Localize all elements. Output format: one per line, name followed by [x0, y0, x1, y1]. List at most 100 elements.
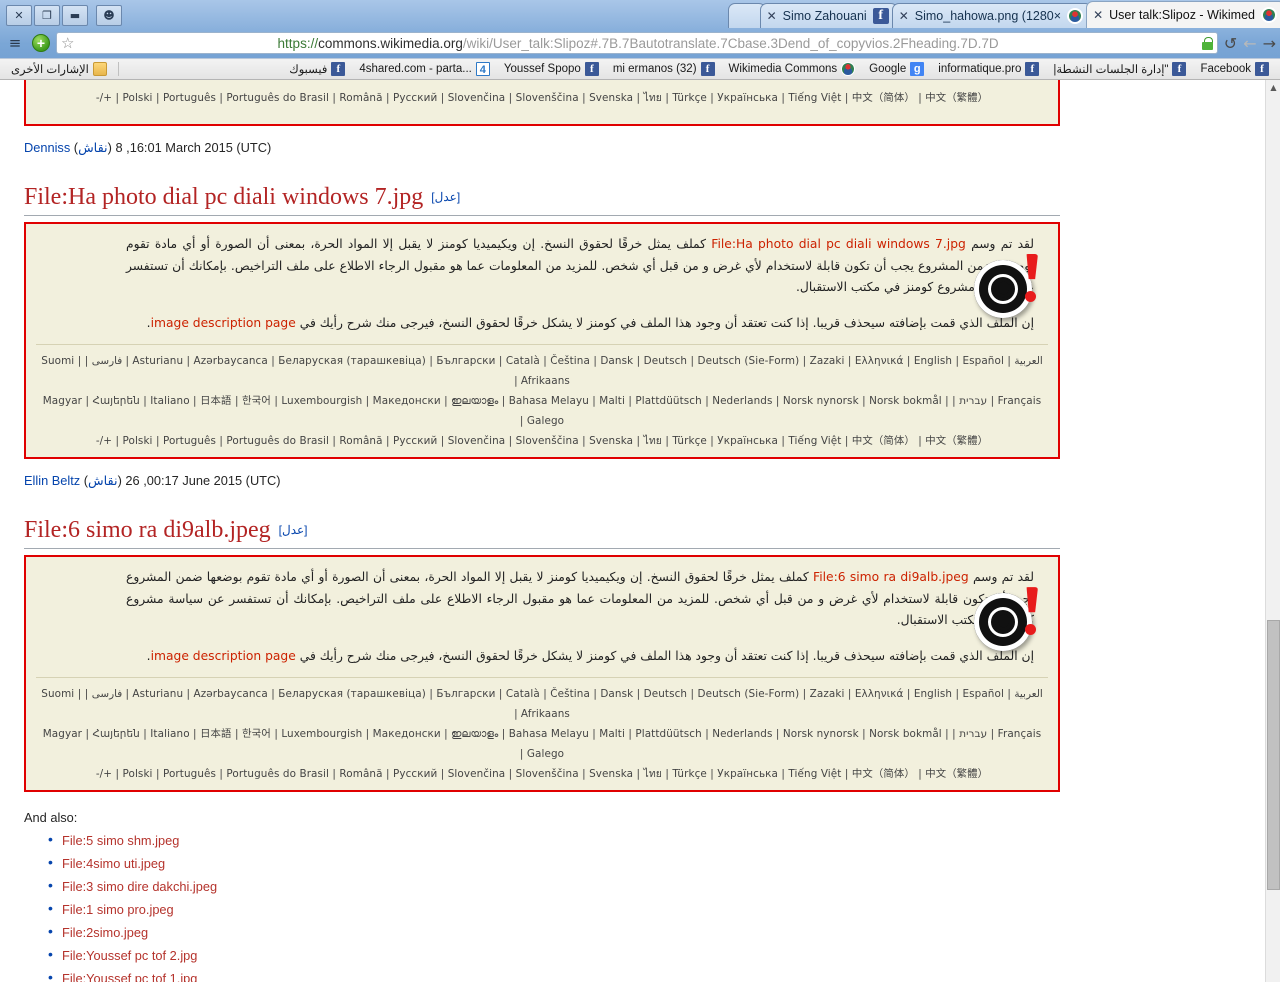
section-heading-ha-photo: File:Ha photo dial pc diali windows 7.jp…: [24, 182, 1060, 216]
address-bar[interactable]: ☆ https://commons.wikimedia.org/wiki/Use…: [56, 32, 1218, 54]
bookmark-label: الإشارات الأخرى: [11, 64, 89, 76]
bookmark-google[interactable]: Google g: [862, 59, 931, 79]
file-link[interactable]: File:1 simo pro.jpeg: [62, 902, 174, 917]
copyright-warning-box-1: C لقد تم وسم File:Ha photo dial pc diali…: [24, 222, 1060, 460]
copyright-notice-paragraph-1: لقد تم وسم File:Ha photo dial pc diali w…: [36, 232, 1048, 301]
facebook-icon: f: [584, 62, 599, 76]
user-profile-button[interactable]: ☻: [96, 4, 122, 26]
tab-close-icon[interactable]: ✕: [899, 9, 909, 23]
forward-icon[interactable]: →: [1263, 34, 1276, 53]
bookmark-facebook[interactable]: Facebook f: [1193, 59, 1276, 79]
edit-section-link[interactable]: [عدل]: [279, 523, 308, 537]
bookmark-wikimedia-commons[interactable]: Wikimedia Commons: [722, 59, 863, 79]
tab-simo-zahouani[interactable]: ✕ Simo Zahouani f: [759, 3, 898, 28]
language-links-row-2b[interactable]: Magyar | Հայերեն | Italiano | 日本語 | 한국어 …: [36, 724, 1048, 764]
bookmark-label: Facebook: [1200, 63, 1251, 75]
wikimedia-icon: [1067, 8, 1084, 24]
browser-chrome: ✕ ❐ ▬ ☻ ✕ Simo Zahouani f ✕ Simo_hahowa.…: [0, 0, 1280, 80]
bookmark-label: فيسبوك: [289, 64, 328, 76]
bookmark-label: Wikimedia Commons: [728, 63, 838, 75]
notice-pre: لقد تم وسم: [968, 570, 1035, 585]
bookmark-label: "إدارة الجلسات النشطة|: [1053, 64, 1169, 76]
language-links-row-2c[interactable]: -/+ | Polski | Português | Português do …: [36, 764, 1048, 784]
url-scheme: https://: [277, 35, 319, 51]
bookmark-label: Google: [869, 63, 907, 75]
wikimedia-icon: [1261, 7, 1277, 23]
edit-section-link[interactable]: [عدل]: [431, 190, 460, 204]
file-link[interactable]: File:5 simo shm.jpeg: [62, 833, 179, 848]
notice2-pre: إن الملف الذي قمت بإضافته سيحذف قريبا. إ…: [295, 648, 1034, 663]
file-link[interactable]: File:Youssef pc tof 2.jpg: [62, 948, 197, 963]
user-link[interactable]: Denniss: [24, 140, 70, 155]
url-path: /wiki/User_talk:Slipoz#.7B.7Bautotransla…: [462, 35, 999, 51]
bookmark-informatique-pro[interactable]: informatique.pro f: [931, 59, 1046, 79]
menu-icon[interactable]: ≡: [4, 32, 26, 54]
paren-open: (: [80, 473, 89, 489]
bookmark-other-bookmarks[interactable]: الإشارات الأخرى: [4, 59, 114, 79]
talk-link[interactable]: نقاش: [78, 141, 108, 156]
file-link[interactable]: File:4simo uti.jpeg: [62, 856, 165, 871]
navigation-bar: ≡ + ☆ https://commons.wikimedia.org/wiki…: [0, 28, 1280, 58]
file-link[interactable]: File:6 simo ra di9alb.jpeg: [813, 570, 969, 584]
file-list: File:5 simo shm.jpeg File:4simo uti.jpeg…: [24, 829, 1060, 982]
scroll-up-arrow-icon[interactable]: ▲: [1266, 80, 1280, 94]
bookmark-mi-ermanos[interactable]: mi ermanos (32) f: [606, 59, 722, 79]
copyright-warning-box-2: C لقد تم وسم File:6 simo ra di9alb.jpeg …: [24, 555, 1060, 793]
page-scrollbar[interactable]: ▲: [1265, 80, 1280, 982]
lock-icon: [1201, 36, 1213, 50]
timestamp: 16:01, 8 March 2015 (UTC): [115, 140, 272, 155]
bookmark-star-icon[interactable]: ☆: [61, 35, 74, 51]
folder-icon: [92, 62, 107, 76]
file-link[interactable]: File:2simo.jpeg: [62, 925, 148, 940]
language-links-row[interactable]: -/+ | Polski | Português | Português do …: [36, 80, 1048, 108]
restore-window-button[interactable]: ❐: [34, 4, 60, 26]
heading-text: File:Ha photo dial pc diali windows 7.jp…: [24, 184, 424, 210]
bookmark-youssef-spopo[interactable]: Youssef Spopo f: [497, 59, 606, 79]
bookmark-4shared[interactable]: 4shared.com - parta... 4: [352, 59, 497, 79]
user-link[interactable]: Ellin Beltz: [24, 473, 80, 488]
language-links-row-1b[interactable]: Magyar | Հայերեն | Italiano | 日本語 | 한국어 …: [36, 391, 1048, 431]
tab-label: User talk:Slipoz - Wikimed: [1109, 8, 1255, 22]
tab-user-talk-slipoz[interactable]: ✕ User talk:Slipoz - Wikimed: [1086, 1, 1280, 28]
reload-icon[interactable]: ↺: [1224, 34, 1237, 53]
url-host: commons.wikimedia.org: [318, 35, 463, 51]
list-item: File:1 simo pro.jpeg: [48, 898, 1060, 921]
image-description-page-link[interactable]: image description page: [151, 316, 296, 330]
bookmark-label: Youssef Spopo: [503, 63, 581, 75]
image-description-page-link[interactable]: image description page: [151, 649, 296, 663]
minimize-window-button[interactable]: ▬: [62, 4, 88, 26]
new-tab-icon[interactable]: +: [32, 34, 50, 52]
tab-simo-hahowa-png[interactable]: ✕ Simo_hahowa.png (1280×: [891, 3, 1093, 28]
talk-link[interactable]: نقاش: [88, 474, 118, 489]
back-icon[interactable]: ←: [1243, 34, 1256, 53]
tab-label: Simo Zahouani: [782, 9, 867, 23]
language-links-row-1c[interactable]: -/+ | Polski | Português | Português do …: [36, 431, 1048, 451]
copyright-letter: C: [993, 273, 1013, 303]
scrollbar-thumb[interactable]: [1267, 620, 1280, 890]
signature-ellin-beltz: Ellin Beltz (نقاش) 00:17, 26 June 2015 (…: [24, 473, 1060, 489]
notice-pre: لقد تم وسم: [965, 237, 1034, 251]
file-link[interactable]: File:Ha photo dial pc diali windows 7.jp…: [711, 237, 966, 251]
tab-strip: ✕ ❐ ▬ ☻ ✕ Simo Zahouani f ✕ Simo_hahowa.…: [0, 0, 1280, 28]
bookmark-facebook-ar[interactable]: فيسبوك f: [282, 59, 352, 79]
facebook-icon: f: [1025, 62, 1040, 76]
exclamation-dot: [1025, 624, 1036, 636]
notice2-pre: إن الملف الذي قمت بإضافته سيحذف قريبا. إ…: [295, 315, 1034, 330]
language-links-row-1a[interactable]: Suomi | | فارسی | Asturianu | Azərbaycan…: [36, 351, 1048, 391]
paren-open: (: [70, 140, 79, 155]
bookmark-active-sessions-ar[interactable]: "إدارة الجلسات النشطة| f: [1046, 59, 1193, 79]
file-link[interactable]: File:Youssef pc tof 1.jpg: [62, 971, 197, 982]
4shared-icon: 4: [475, 62, 490, 76]
close-window-button[interactable]: ✕: [6, 4, 32, 26]
file-link[interactable]: File:3 simo dire dakchi.jpeg: [62, 879, 217, 894]
copyright-violation-icon: C: [974, 254, 1040, 320]
tab-close-icon[interactable]: ✕: [767, 9, 777, 23]
tab-close-icon[interactable]: ✕: [1093, 8, 1103, 22]
copyright-notice-paragraph-2: إن الملف الذي قمت بإضافته سيحذف قريبا. إ…: [36, 311, 1048, 337]
copyright-notice-paragraph-1: لقد تم وسم File:6 simo ra di9alb.jpeg كم…: [36, 565, 1048, 634]
copyright-warning-box-clipped: -/+ | Polski | Português | Português do …: [24, 80, 1060, 126]
list-item: File:4simo uti.jpeg: [48, 852, 1060, 875]
facebook-icon: f: [331, 62, 346, 76]
url-text: https://commons.wikimedia.org/wiki/User_…: [80, 36, 1195, 51]
language-links-row-2a[interactable]: Suomi | | فارسی | Asturianu | Azərbaycan…: [36, 684, 1048, 724]
